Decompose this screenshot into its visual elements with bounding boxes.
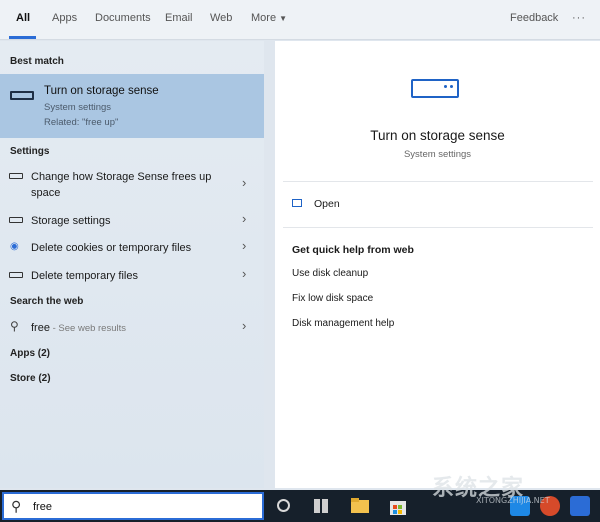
help-link-low-disk[interactable]: Fix low disk space xyxy=(292,293,373,304)
tab-more[interactable]: More ▼ xyxy=(251,12,287,24)
store-logo-tile xyxy=(393,505,397,509)
open-icon xyxy=(292,199,302,207)
feedback-link[interactable]: Feedback xyxy=(510,12,558,24)
tab-apps[interactable]: Apps xyxy=(52,12,77,24)
tab-more-label: More xyxy=(251,12,277,24)
chevron-right-icon[interactable]: › xyxy=(242,266,246,281)
folder-tab xyxy=(351,498,359,502)
best-match-related: Related: "free up" xyxy=(44,117,119,128)
chevron-right-icon[interactable]: › xyxy=(242,211,246,226)
chevron-down-icon: ▼ xyxy=(279,14,287,23)
tab-documents[interactable]: Documents xyxy=(95,12,151,24)
store-logo-tile xyxy=(398,510,402,514)
drive-light xyxy=(450,85,453,88)
browser-icon: ◉ xyxy=(10,241,19,252)
preview-subtitle: System settings xyxy=(403,149,472,160)
settings-heading: Settings xyxy=(10,146,50,157)
open-action[interactable]: Open xyxy=(290,196,410,214)
quick-help-heading: Get quick help from web xyxy=(292,244,414,256)
storage-drive-icon xyxy=(9,217,23,223)
storage-drive-icon xyxy=(9,173,23,179)
more-options-button[interactable]: ··· xyxy=(572,12,586,24)
divider xyxy=(283,227,593,228)
preview-title: Turn on storage sense xyxy=(370,128,505,143)
best-match-subtitle: System settings xyxy=(44,102,112,113)
help-link-disk-management[interactable]: Disk management help xyxy=(292,318,394,329)
settings-item-delete-cookies[interactable]: ◉ Delete cookies or temporary files › xyxy=(0,235,264,261)
chevron-right-icon[interactable]: › xyxy=(242,238,246,253)
search-scope-tabs: All Apps Documents Email Web More ▼ Feedb… xyxy=(0,0,600,40)
web-result-row[interactable]: ⚲ free - See web results › xyxy=(0,315,264,341)
web-hint: - See web results xyxy=(49,323,127,334)
settings-item-label: Storage settings xyxy=(31,215,111,227)
web-result-label: free - See web results xyxy=(31,320,126,337)
settings-item-label: Change how Storage Sense frees up xyxy=(31,171,212,183)
site-watermark-url: XITONGZHIJIA.NET xyxy=(476,496,550,505)
settings-item-storage-sense[interactable]: Change how Storage Sense frees up space … xyxy=(0,167,264,203)
active-tab-indicator xyxy=(9,36,36,39)
store-group-heading[interactable]: Store (2) xyxy=(10,373,51,384)
open-label: Open xyxy=(314,198,340,210)
chevron-right-icon[interactable]: › xyxy=(242,175,246,190)
divider xyxy=(283,181,593,182)
search-icon: ⚲ xyxy=(11,498,22,514)
apps-group-heading[interactable]: Apps (2) xyxy=(10,348,50,359)
pinned-app-icon[interactable] xyxy=(570,496,590,516)
storage-drive-icon xyxy=(411,79,459,98)
store-icon[interactable] xyxy=(388,496,408,516)
search-web-heading: Search the web xyxy=(10,296,84,307)
task-view-icon[interactable] xyxy=(311,496,331,516)
search-input[interactable]: free xyxy=(33,501,52,513)
tab-all[interactable]: All xyxy=(16,12,30,24)
best-match-heading: Best match xyxy=(10,56,64,67)
web-query: free xyxy=(31,322,50,334)
storage-drive-icon xyxy=(10,91,34,100)
store-logo-tile xyxy=(398,505,402,509)
best-match-result[interactable]: Turn on storage sense System settings Re… xyxy=(0,74,264,138)
store-logo-tile xyxy=(393,510,397,514)
tab-web[interactable]: Web xyxy=(210,12,232,24)
storage-drive-icon xyxy=(9,272,23,278)
settings-item-label: Delete cookies or temporary files xyxy=(31,242,192,254)
settings-item-label: Delete temporary files xyxy=(31,270,138,282)
preview-pane: Turn on storage sense System settings Op… xyxy=(275,41,600,488)
task-view-pane xyxy=(322,499,328,513)
tab-email[interactable]: Email xyxy=(165,12,193,24)
settings-item-delete-temp[interactable]: Delete temporary files › xyxy=(0,263,264,289)
best-match-title: Turn on storage sense xyxy=(44,85,159,97)
results-pane: Best match Turn on storage sense System … xyxy=(0,41,264,488)
chevron-right-icon[interactable]: › xyxy=(242,318,246,333)
file-explorer-icon[interactable] xyxy=(350,496,370,516)
taskbar-search-box[interactable]: ⚲ free xyxy=(2,492,264,520)
task-view-pane xyxy=(314,499,320,513)
search-icon: ⚲ xyxy=(10,319,19,333)
settings-item-label-cont: space xyxy=(31,187,61,199)
drive-light xyxy=(444,85,447,88)
settings-item-storage[interactable]: Storage settings › xyxy=(0,208,264,234)
help-link-disk-cleanup[interactable]: Use disk cleanup xyxy=(292,268,368,279)
cortana-icon[interactable] xyxy=(277,499,290,512)
